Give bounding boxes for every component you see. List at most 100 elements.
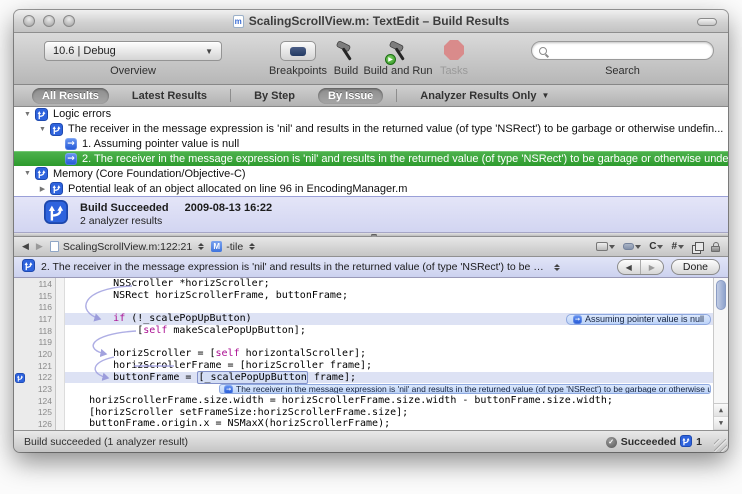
disclosure-triangle-icon[interactable]: ▼ (22, 111, 33, 118)
results-list: ▼Logic errors▼The receiver in the messag… (14, 107, 728, 196)
disclosure-triangle-icon[interactable]: ▼ (37, 126, 48, 133)
code-line[interactable]: 120 horizScroller = [self horizontalScro… (14, 348, 728, 360)
filter-latest-results[interactable]: Latest Results (122, 88, 217, 104)
focus-ribbon (56, 336, 65, 348)
breakpoints-menu-button[interactable] (623, 243, 641, 250)
code-line[interactable]: 123 →The receiver in the message expressi… (14, 383, 728, 395)
code-line[interactable]: 114 NSScroller *horizScroller; (14, 278, 728, 290)
code-line[interactable]: 115 NSRect horizScrollerFrame, buttonFra… (14, 290, 728, 302)
line-number-gutter: 118 (14, 325, 56, 337)
code-line[interactable]: 116 (14, 301, 728, 313)
scroll-up-button[interactable]: ▲ (714, 404, 728, 417)
run-play-icon: ▶ (385, 54, 396, 65)
title-bar[interactable]: m ScalingScrollView.m: TextEdit – Build … (14, 10, 728, 33)
result-row[interactable]: ▼The receiver in the message expression … (14, 122, 728, 137)
code-line[interactable]: 117 if (!_scalePopUpButton) →Assuming poi… (14, 313, 728, 325)
editor-scrollbar[interactable]: ▲ ▼ (713, 278, 728, 430)
line-number: 124 (38, 396, 52, 406)
file-icon (50, 241, 59, 252)
included-files-button[interactable]: # (671, 241, 684, 252)
lock-icon[interactable] (711, 242, 720, 252)
done-button[interactable]: Done (671, 259, 720, 275)
analyzer-results-count: 2 analyzer results (80, 215, 272, 227)
result-row[interactable]: →1. Assuming pointer value is null (14, 137, 728, 152)
build-and-run-button[interactable]: ▶ (386, 38, 412, 64)
analyzer-icon-slot (22, 259, 35, 275)
code-line[interactable]: 122 buttonFrame = [_scalePopUpButton fra… (14, 372, 728, 384)
line-number: 125 (38, 407, 52, 417)
line-number-gutter: 125 (14, 407, 56, 419)
filter-by-step[interactable]: By Step (244, 88, 305, 104)
tasks-label: Tasks (433, 65, 475, 77)
code-line[interactable]: 121 horizScrollerFrame = [horizScroller … (14, 360, 728, 372)
code-text: horizScroller = [self horizontalScroller… (65, 348, 366, 360)
build-summary[interactable]: Build Succeeded2009-08-13 16:22 2 analyz… (14, 196, 728, 233)
breakpoints-button[interactable] (280, 41, 316, 61)
analyzer-inline-message: →The receiver in the message expression … (219, 384, 711, 395)
code-text: [horizScroller setFrameSize:horizScrolle… (65, 407, 408, 419)
document-icon: m (233, 15, 244, 28)
close-button[interactable] (23, 15, 35, 27)
result-row[interactable]: ▼Memory (Core Foundation/Objective-C) (14, 166, 728, 181)
resize-grip[interactable] (714, 439, 727, 452)
line-number: 116 (38, 302, 52, 312)
code-text: [self makeScalePopUpButton]; (65, 325, 306, 337)
code-text: if (!_scalePopUpButton) (65, 313, 252, 325)
code-line[interactable]: 126 buttonFrame.origin.x = NSMaxX(horizS… (14, 418, 728, 430)
symbol-popup[interactable]: M -tile (211, 241, 255, 253)
chevron-down-icon: ▼ (541, 91, 549, 100)
pane-splitter[interactable] (14, 233, 728, 237)
previous-issue-button[interactable]: ◀ (618, 263, 640, 272)
line-number: 123 (38, 384, 52, 394)
stepper-icon[interactable] (554, 264, 560, 271)
filter-items: All Results Latest Results By Step By Issue… (32, 88, 559, 104)
stepper-icon (249, 243, 255, 250)
toolbar-toggle-button[interactable] (697, 18, 717, 26)
filter-analyzer-results-only[interactable]: Analyzer Results Only▼ (410, 88, 559, 104)
class-hierarchy-button[interactable]: C (649, 241, 663, 252)
code-line[interactable]: 118 [self makeScalePopUpButton]; (14, 325, 728, 337)
scroll-down-button[interactable]: ▼ (714, 417, 728, 430)
code-line[interactable]: 119 (14, 336, 728, 348)
history-back-button[interactable]: ◀ (22, 241, 29, 252)
zoom-button[interactable] (63, 15, 75, 27)
analyzer-icon (50, 182, 63, 195)
result-row[interactable]: ▼Logic errors (14, 107, 728, 122)
focus-ribbon (56, 348, 65, 360)
line-number-gutter: 117 (14, 313, 56, 325)
search-icon (539, 47, 547, 55)
toolbar: 10.6 | Debug ▼ Overview Breakpoints Buil… (14, 33, 728, 85)
status-message: Build succeeded (1 analyzer result) (24, 436, 188, 448)
file-popup[interactable]: ScalingScrollView.m:122:21 (50, 241, 204, 253)
disclosure-triangle-icon[interactable]: ▼ (22, 170, 33, 177)
filter-all-results[interactable]: All Results (32, 88, 109, 104)
analyzer-inline-message: →Assuming pointer value is null (566, 314, 711, 325)
build-results-window: m ScalingScrollView.m: TextEdit – Build … (14, 10, 728, 452)
code-line[interactable]: 124 horizScrollerFrame.size.width = hori… (14, 395, 728, 407)
focus-ribbon (56, 301, 65, 313)
history-forward-button[interactable]: ▶ (36, 241, 43, 252)
tasks-stop-icon[interactable] (444, 40, 464, 60)
message-bar-controls: ◀ ▶ Done (617, 259, 720, 275)
overview-popup[interactable]: 10.6 | Debug ▼ (44, 41, 222, 61)
code-editor[interactable]: 114 NSScroller *horizScroller;115 NSRect… (14, 278, 728, 430)
code-text: horizScrollerFrame = [horizScroller fram… (65, 360, 372, 372)
result-row[interactable]: →2. The receiver in the message expressi… (14, 151, 728, 166)
scrollbar-thumb[interactable] (716, 280, 726, 310)
disclosure-triangle-icon[interactable]: ▶ (37, 185, 48, 193)
status-bar: Build succeeded (1 analyzer result) ✓ Su… (14, 430, 728, 452)
filter-by-issue[interactable]: By Issue (318, 88, 383, 104)
breakpoints-label: Breakpoints (261, 65, 335, 77)
counterpart-icon[interactable] (692, 242, 703, 252)
minimize-button[interactable] (43, 15, 55, 27)
build-button[interactable] (333, 38, 359, 64)
bookmarks-menu-button[interactable] (596, 242, 615, 251)
search-input[interactable] (531, 41, 714, 60)
result-row[interactable]: ▶Potential leak of an object allocated o… (14, 181, 728, 196)
next-issue-button[interactable]: ▶ (641, 263, 663, 272)
overview-popup-value: 10.6 | Debug (53, 45, 116, 57)
line-number: 122 (38, 372, 52, 382)
status-right[interactable]: ✓ Succeeded 1 (606, 435, 702, 450)
code-line[interactable]: 125 [horizScroller setFrameSize:horizScr… (14, 407, 728, 419)
build-status-title: Build Succeeded (80, 202, 169, 214)
